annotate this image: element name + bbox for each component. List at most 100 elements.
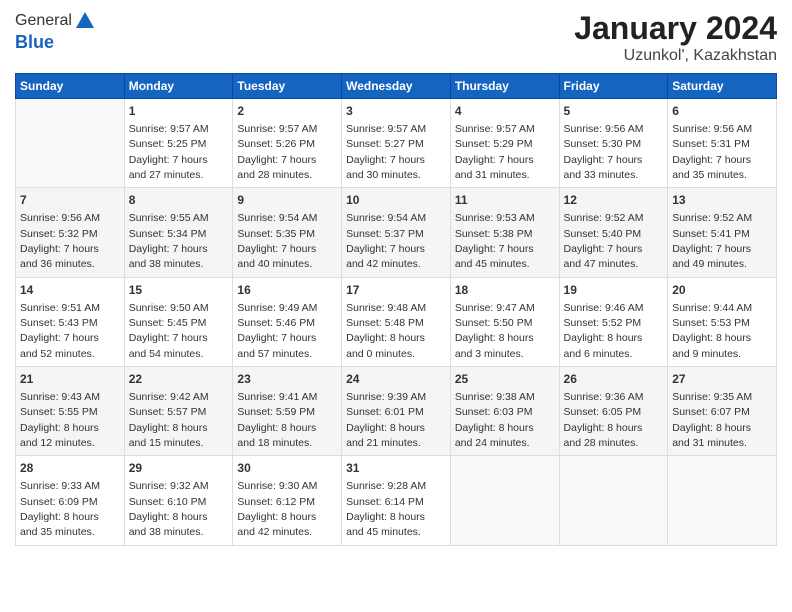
calendar-cell: 1 Sunrise: 9:57 AM Sunset: 5:25 PM Daylig…: [124, 99, 233, 188]
calendar-header-cell: Wednesday: [342, 74, 451, 99]
day-info: Sunrise: 9:38 AM Sunset: 6:03 PM Dayligh…: [455, 391, 535, 449]
calendar-cell: 20 Sunrise: 9:44 AM Sunset: 5:53 PM Dayli…: [668, 277, 777, 366]
calendar-page: General Blue January 2024 Uzunkol', Kaza…: [0, 0, 792, 612]
day-number: 14: [20, 282, 120, 299]
calendar-cell: [559, 456, 668, 545]
calendar-cell: 8 Sunrise: 9:55 AM Sunset: 5:34 PM Daylig…: [124, 188, 233, 277]
day-info: Sunrise: 9:50 AM Sunset: 5:45 PM Dayligh…: [129, 302, 209, 360]
main-title: January 2024: [574, 10, 777, 47]
day-number: 10: [346, 192, 446, 209]
day-number: 13: [672, 192, 772, 209]
calendar-cell: 4 Sunrise: 9:57 AM Sunset: 5:29 PM Daylig…: [450, 99, 559, 188]
day-info: Sunrise: 9:57 AM Sunset: 5:27 PM Dayligh…: [346, 123, 426, 181]
day-info: Sunrise: 9:56 AM Sunset: 5:32 PM Dayligh…: [20, 212, 100, 270]
day-info: Sunrise: 9:33 AM Sunset: 6:09 PM Dayligh…: [20, 480, 100, 538]
day-number: 7: [20, 192, 120, 209]
day-number: 15: [129, 282, 229, 299]
calendar-cell: 5 Sunrise: 9:56 AM Sunset: 5:30 PM Daylig…: [559, 99, 668, 188]
day-number: 4: [455, 103, 555, 120]
day-info: Sunrise: 9:52 AM Sunset: 5:41 PM Dayligh…: [672, 212, 752, 270]
calendar-cell: 2 Sunrise: 9:57 AM Sunset: 5:26 PM Daylig…: [233, 99, 342, 188]
day-number: 26: [564, 371, 664, 388]
day-number: 9: [237, 192, 337, 209]
day-info: Sunrise: 9:56 AM Sunset: 5:31 PM Dayligh…: [672, 123, 752, 181]
day-info: Sunrise: 9:32 AM Sunset: 6:10 PM Dayligh…: [129, 480, 209, 538]
day-info: Sunrise: 9:44 AM Sunset: 5:53 PM Dayligh…: [672, 302, 752, 360]
calendar-cell: 30 Sunrise: 9:30 AM Sunset: 6:12 PM Dayli…: [233, 456, 342, 545]
calendar-cell: 21 Sunrise: 9:43 AM Sunset: 5:55 PM Dayli…: [16, 367, 125, 456]
day-number: 5: [564, 103, 664, 120]
calendar-header-cell: Friday: [559, 74, 668, 99]
day-number: 1: [129, 103, 229, 120]
day-info: Sunrise: 9:49 AM Sunset: 5:46 PM Dayligh…: [237, 302, 317, 360]
calendar-cell: 3Sunrise: 9:57 AM Sunset: 5:27 PM Daylig…: [342, 99, 451, 188]
calendar-header-cell: Tuesday: [233, 74, 342, 99]
day-info: Sunrise: 9:30 AM Sunset: 6:12 PM Dayligh…: [237, 480, 317, 538]
day-info: Sunrise: 9:56 AM Sunset: 5:30 PM Dayligh…: [564, 123, 644, 181]
calendar-cell: 22 Sunrise: 9:42 AM Sunset: 5:57 PM Dayli…: [124, 367, 233, 456]
header: General Blue January 2024 Uzunkol', Kaza…: [15, 10, 777, 65]
day-number: 25: [455, 371, 555, 388]
day-info: Sunrise: 9:46 AM Sunset: 5:52 PM Dayligh…: [564, 302, 644, 360]
calendar-cell: [450, 456, 559, 545]
calendar-cell: 25 Sunrise: 9:38 AM Sunset: 6:03 PM Dayli…: [450, 367, 559, 456]
logo-general-text: General: [15, 12, 72, 30]
day-number: 16: [237, 282, 337, 299]
logo: General Blue: [15, 10, 96, 53]
day-number: 22: [129, 371, 229, 388]
day-info: Sunrise: 9:42 AM Sunset: 5:57 PM Dayligh…: [129, 391, 209, 449]
calendar-cell: [668, 456, 777, 545]
day-info: Sunrise: 9:39 AM Sunset: 6:01 PM Dayligh…: [346, 391, 426, 449]
calendar-cell: 14Sunrise: 9:51 AM Sunset: 5:43 PM Dayli…: [16, 277, 125, 366]
day-info: Sunrise: 9:36 AM Sunset: 6:05 PM Dayligh…: [564, 391, 644, 449]
calendar-header-cell: Sunday: [16, 74, 125, 99]
calendar-cell: 10 Sunrise: 9:54 AM Sunset: 5:37 PM Dayli…: [342, 188, 451, 277]
calendar-cell: 27Sunrise: 9:35 AM Sunset: 6:07 PM Dayli…: [668, 367, 777, 456]
calendar-header-cell: Saturday: [668, 74, 777, 99]
calendar-cell: 19Sunrise: 9:46 AM Sunset: 5:52 PM Dayli…: [559, 277, 668, 366]
title-block: January 2024 Uzunkol', Kazakhstan: [574, 10, 777, 65]
calendar-cell: 11Sunrise: 9:53 AM Sunset: 5:38 PM Dayli…: [450, 188, 559, 277]
calendar-cell: 29 Sunrise: 9:32 AM Sunset: 6:10 PM Dayli…: [124, 456, 233, 545]
calendar-cell: 15 Sunrise: 9:50 AM Sunset: 5:45 PM Dayli…: [124, 277, 233, 366]
logo-blue-text: Blue: [15, 32, 96, 53]
logo-icon: [74, 10, 96, 32]
day-number: 20: [672, 282, 772, 299]
day-number: 6: [672, 103, 772, 120]
calendar-cell: 17 Sunrise: 9:48 AM Sunset: 5:48 PM Dayli…: [342, 277, 451, 366]
day-info: Sunrise: 9:47 AM Sunset: 5:50 PM Dayligh…: [455, 302, 535, 360]
day-info: Sunrise: 9:57 AM Sunset: 5:26 PM Dayligh…: [237, 123, 317, 181]
day-number: 18: [455, 282, 555, 299]
day-number: 21: [20, 371, 120, 388]
day-number: 29: [129, 460, 229, 477]
calendar-cell: 6 Sunrise: 9:56 AM Sunset: 5:31 PM Daylig…: [668, 99, 777, 188]
calendar-cell: 12Sunrise: 9:52 AM Sunset: 5:40 PM Dayli…: [559, 188, 668, 277]
day-number: 28: [20, 460, 120, 477]
day-info: Sunrise: 9:53 AM Sunset: 5:38 PM Dayligh…: [455, 212, 535, 270]
day-info: Sunrise: 9:54 AM Sunset: 5:37 PM Dayligh…: [346, 212, 426, 270]
calendar-week-row: 28 Sunrise: 9:33 AM Sunset: 6:09 PM Dayli…: [16, 456, 777, 545]
calendar-cell: [16, 99, 125, 188]
calendar-week-row: 21 Sunrise: 9:43 AM Sunset: 5:55 PM Dayli…: [16, 367, 777, 456]
day-number: 12: [564, 192, 664, 209]
day-info: Sunrise: 9:55 AM Sunset: 5:34 PM Dayligh…: [129, 212, 209, 270]
calendar-header-row: SundayMondayTuesdayWednesdayThursdayFrid…: [16, 74, 777, 99]
day-info: Sunrise: 9:57 AM Sunset: 5:25 PM Dayligh…: [129, 123, 209, 181]
day-number: 2: [237, 103, 337, 120]
day-number: 17: [346, 282, 446, 299]
day-number: 8: [129, 192, 229, 209]
day-info: Sunrise: 9:57 AM Sunset: 5:29 PM Dayligh…: [455, 123, 535, 181]
calendar-cell: 28 Sunrise: 9:33 AM Sunset: 6:09 PM Dayli…: [16, 456, 125, 545]
day-info: Sunrise: 9:48 AM Sunset: 5:48 PM Dayligh…: [346, 302, 426, 360]
calendar-cell: 31 Sunrise: 9:28 AM Sunset: 6:14 PM Dayli…: [342, 456, 451, 545]
day-info: Sunrise: 9:54 AM Sunset: 5:35 PM Dayligh…: [237, 212, 317, 270]
day-info: Sunrise: 9:43 AM Sunset: 5:55 PM Dayligh…: [20, 391, 100, 449]
day-number: 31: [346, 460, 446, 477]
day-number: 30: [237, 460, 337, 477]
day-number: 24: [346, 371, 446, 388]
calendar-header-cell: Monday: [124, 74, 233, 99]
calendar-cell: 7 Sunrise: 9:56 AM Sunset: 5:32 PM Daylig…: [16, 188, 125, 277]
day-info: Sunrise: 9:28 AM Sunset: 6:14 PM Dayligh…: [346, 480, 426, 538]
calendar-cell: 23Sunrise: 9:41 AM Sunset: 5:59 PM Dayli…: [233, 367, 342, 456]
subtitle: Uzunkol', Kazakhstan: [574, 47, 777, 65]
